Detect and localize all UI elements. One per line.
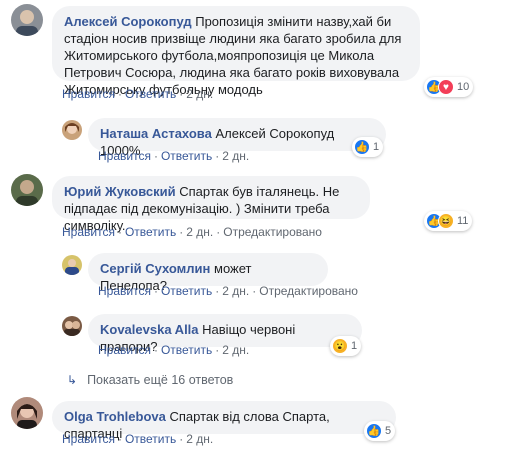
- like-link[interactable]: Нравится: [62, 87, 115, 101]
- wow-reaction-icon: 😮: [332, 338, 348, 354]
- reaction-count: 1: [373, 141, 380, 153]
- reply-link[interactable]: Ответить: [125, 225, 176, 239]
- reply-link[interactable]: Ответить: [125, 87, 176, 101]
- timestamp[interactable]: 2 дн.: [186, 225, 213, 239]
- reaction-count: 5: [385, 425, 392, 437]
- reply-link[interactable]: Ответить: [161, 149, 212, 163]
- comment-actions: Нравится · Ответить · 2 дн. · Отредактировано: [62, 225, 322, 239]
- comment-actions: Нравится · Ответить · 2 дн.: [98, 149, 250, 163]
- comment-actions: Нравится · Ответить · 2 дн.: [98, 343, 250, 357]
- comment-author[interactable]: Наташа Астахова: [100, 126, 212, 141]
- reaction-count: 10: [457, 81, 470, 93]
- love-reaction-icon: ♥: [438, 79, 454, 95]
- avatar[interactable]: [11, 174, 43, 206]
- comment-actions: Нравится · Ответить · 2 дн. · Отредактировано: [98, 284, 358, 298]
- like-link[interactable]: Нравится: [62, 432, 115, 446]
- like-link[interactable]: Нравится: [62, 225, 115, 239]
- show-more-replies[interactable]: ↳ Показать ещё 16 ответов: [67, 373, 233, 387]
- show-more-replies-label[interactable]: Показать ещё 16 ответов: [87, 373, 233, 387]
- reply-link[interactable]: Ответить: [161, 284, 212, 298]
- like-link[interactable]: Нравится: [98, 284, 151, 298]
- timestamp[interactable]: 2 дн.: [186, 432, 213, 446]
- comment-bubble: Сергій Сухомлин может Пенелопа?: [88, 253, 328, 293]
- comment-author[interactable]: Сергій Сухомлин: [100, 261, 210, 276]
- like-reaction-icon: 👍: [366, 423, 382, 439]
- comment-author[interactable]: Юрий Жуковский: [64, 184, 176, 199]
- comment-author[interactable]: Алексей Сорокопуд: [64, 14, 192, 29]
- reaction-count: 1: [351, 340, 358, 352]
- reactions-summary[interactable]: 👍 ♥ 10: [424, 77, 474, 97]
- timestamp[interactable]: 2 дн.: [222, 284, 249, 298]
- comment-actions: Нравится · Ответить · 2 дн.: [62, 432, 214, 446]
- avatar[interactable]: [11, 397, 43, 429]
- comment-author[interactable]: Kovalevska Alla: [100, 322, 199, 337]
- edited-label[interactable]: Отредактировано: [259, 284, 358, 298]
- avatar[interactable]: [62, 316, 82, 336]
- haha-reaction-icon: 😆: [438, 213, 454, 229]
- comment-bubble: Наташа Астахова Алексей Сорокопуд 1000%: [88, 118, 386, 158]
- reactions-summary[interactable]: 👍 5: [364, 421, 396, 441]
- comment-bubble: Алексей Сорокопуд Пропозиція змінити наз…: [52, 6, 420, 97]
- reactions-summary[interactable]: 👍 1: [352, 137, 384, 157]
- like-link[interactable]: Нравится: [98, 343, 151, 357]
- reply-link[interactable]: Ответить: [125, 432, 176, 446]
- reaction-count: 11: [457, 215, 469, 227]
- like-link[interactable]: Нравится: [98, 149, 151, 163]
- comment-bubble: Юрий Жуковский Спартак був італянець. Не…: [52, 176, 370, 233]
- timestamp[interactable]: 2 дн.: [222, 343, 249, 357]
- reactions-summary[interactable]: 😮 1: [330, 336, 362, 356]
- reply-arrow-icon: ↳: [67, 373, 78, 387]
- comment-actions: Нравится · Ответить · 2 дн.: [62, 87, 214, 101]
- reply-link[interactable]: Ответить: [161, 343, 212, 357]
- avatar[interactable]: [62, 255, 82, 275]
- reactions-summary[interactable]: 👍 😆 11: [424, 211, 473, 231]
- avatar[interactable]: [62, 120, 82, 140]
- timestamp[interactable]: 2 дн.: [222, 149, 249, 163]
- comment-bubble: Olga Trohlebova Спартак від слова Спарта…: [52, 401, 396, 441]
- comment-author[interactable]: Olga Trohlebova: [64, 409, 166, 424]
- like-reaction-icon: 👍: [354, 139, 370, 155]
- avatar[interactable]: [11, 4, 43, 36]
- timestamp[interactable]: 2 дн.: [186, 87, 213, 101]
- edited-label[interactable]: Отредактировано: [223, 225, 322, 239]
